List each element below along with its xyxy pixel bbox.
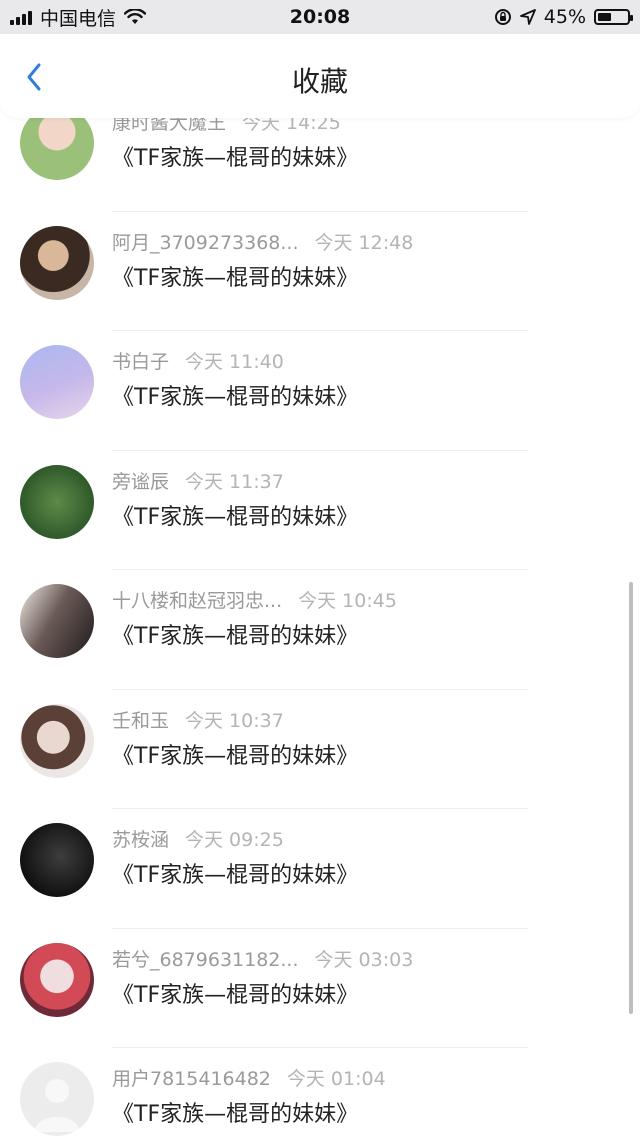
list-item[interactable]: 若兮_6879631182... 今天 03:03 《TF家族—棍哥的妹妹》 [0, 929, 640, 1048]
user-name[interactable]: 旁谧辰 [112, 471, 169, 493]
rotation-lock-icon [494, 9, 511, 25]
item-meta: 阿月_3709273368... 今天 12:48 [112, 228, 413, 255]
avatar[interactable] [20, 942, 94, 1017]
avatar[interactable] [20, 225, 94, 300]
item-time: 今天 11:37 [185, 470, 284, 493]
item-title: 《TF家族—棍哥的妹妹》 [112, 1102, 359, 1127]
user-name[interactable]: 用户7815416482 [112, 1068, 271, 1090]
item-meta: 壬和玉 今天 10:37 [112, 706, 284, 733]
app-screen: 中国电信 20:08 45% 收藏 康时酱大魔王 今天 14:25 《TF家族—… [0, 0, 640, 1139]
item-title: 《TF家族—棍哥的妹妹》 [112, 385, 359, 410]
item-title: 《TF家族—棍哥的妹妹》 [112, 982, 359, 1008]
user-name[interactable]: 十八楼和赵冠羽忠... [112, 590, 282, 612]
status-bar: 中国电信 20:08 45% [0, 0, 640, 34]
item-meta: 苏桉涵 今天 09:25 [112, 825, 284, 852]
item-time: 今天 10:37 [185, 709, 284, 732]
battery-icon [594, 9, 633, 25]
list-item[interactable]: 十八楼和赵冠羽忠... 今天 10:45 《TF家族—棍哥的妹妹》 [0, 570, 640, 690]
item-meta: 用户7815416482 今天 01:04 [112, 1064, 386, 1091]
carrier-label: 中国电信 [40, 7, 117, 30]
item-meta: 十八楼和赵冠羽忠... 今天 10:45 [112, 586, 397, 613]
item-time: 今天 12:48 [314, 231, 414, 254]
avatar[interactable] [20, 584, 94, 658]
status-left: 中国电信 [0, 4, 147, 31]
user-name[interactable]: 书白子 [112, 351, 169, 373]
item-title: 《TF家族—棍哥的妹妹》 [112, 265, 359, 291]
nav-bar: 收藏 [0, 34, 640, 118]
item-meta: 康时酱大魔王 今天 14:25 [112, 118, 341, 135]
item-title: 《TF家族—棍哥的妹妹》 [112, 743, 359, 769]
status-right: 45% [494, 6, 640, 28]
avatar[interactable] [20, 823, 94, 897]
item-time: 今天 03:03 [314, 948, 414, 971]
list-item[interactable]: 书白子 今天 11:40 《TF家族—棍哥的妹妹》 [0, 331, 640, 451]
item-title: 《TF家族—棍哥的妹妹》 [112, 863, 359, 888]
user-name[interactable]: 壬和玉 [112, 710, 169, 732]
item-time: 今天 14:25 [242, 118, 341, 134]
list-item[interactable]: 壬和玉 今天 10:37 《TF家族—棍哥的妹妹》 [0, 690, 640, 809]
user-name[interactable]: 阿月_3709273368... [112, 232, 299, 254]
item-meta: 书白子 今天 11:40 [112, 347, 284, 374]
item-time: 今天 10:45 [298, 590, 397, 612]
avatar[interactable] [20, 1062, 94, 1136]
favorites-list: 康时酱大魔王 今天 14:25 《TF家族—棍哥的妹妹》 阿月_370927336… [0, 118, 640, 1139]
list-item[interactable]: 阿月_3709273368... 今天 12:48 《TF家族—棍哥的妹妹》 [0, 212, 640, 331]
item-meta: 旁谧辰 今天 11:37 [112, 467, 284, 494]
list-item[interactable]: 旁谧辰 今天 11:37 《TF家族—棍哥的妹妹》 [0, 451, 640, 570]
avatar[interactable] [20, 345, 94, 419]
avatar[interactable] [20, 464, 94, 539]
user-name[interactable]: 康时酱大魔王 [112, 118, 226, 134]
page-title: 收藏 [291, 65, 348, 98]
default-user-icon [34, 1079, 80, 1132]
list-item[interactable]: 用户7815416482 今天 01:04 《TF家族—棍哥的妹妹》 [0, 1048, 640, 1139]
user-name[interactable]: 苏桉涵 [112, 829, 169, 851]
list-track: 康时酱大魔王 今天 14:25 《TF家族—棍哥的妹妹》 阿月_370927336… [0, 118, 640, 1139]
battery-percent: 45% [543, 6, 586, 28]
avatar[interactable] [20, 703, 94, 778]
item-time: 今天 01:04 [286, 1068, 386, 1090]
user-name[interactable]: 若兮_6879631182... [112, 949, 299, 971]
scrollbar[interactable] [629, 582, 633, 1014]
list-item[interactable]: 苏桉涵 今天 09:25 《TF家族—棍哥的妹妹》 [0, 809, 640, 929]
item-title: 《TF家族—棍哥的妹妹》 [112, 624, 359, 649]
item-meta: 若兮_6879631182... 今天 03:03 [112, 945, 413, 972]
location-arrow-icon [519, 9, 536, 25]
item-time: 今天 09:25 [185, 829, 284, 851]
battery-fill [598, 13, 611, 21]
avatar[interactable] [20, 118, 94, 180]
item-title: 《TF家族—棍哥的妹妹》 [112, 146, 359, 171]
list-item[interactable]: 康时酱大魔王 今天 14:25 《TF家族—棍哥的妹妹》 [0, 118, 640, 212]
cellular-signal-icon [10, 9, 32, 25]
item-time: 今天 11:40 [185, 351, 284, 373]
item-title: 《TF家族—棍哥的妹妹》 [112, 504, 359, 530]
wifi-icon [124, 9, 147, 24]
